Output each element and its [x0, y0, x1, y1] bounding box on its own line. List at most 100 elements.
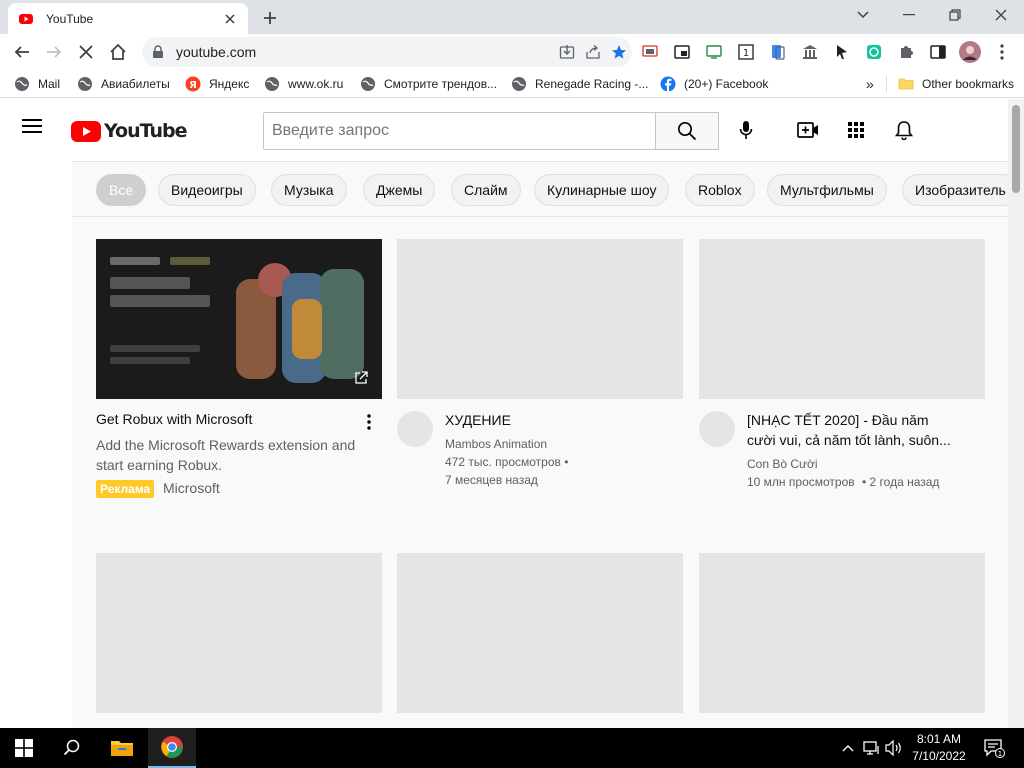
bookmarks-divider: [886, 76, 887, 92]
restore-button[interactable]: [932, 0, 978, 30]
video-title[interactable]: ХУДЕНИЕ: [445, 410, 511, 430]
notifications-center-icon[interactable]: 1: [982, 738, 1006, 758]
forward-arrow-icon[interactable]: [40, 38, 68, 66]
other-bookmarks-label: Other bookmarks: [922, 77, 1015, 91]
ad-title[interactable]: Get Robux with Microsoft: [96, 409, 252, 429]
hamburger-menu-icon[interactable]: [22, 118, 50, 142]
video-thumbnail-placeholder[interactable]: [397, 239, 683, 399]
new-tab-button[interactable]: [258, 6, 282, 30]
chip-video-games[interactable]: Видеоигры: [158, 174, 256, 206]
close-window-button[interactable]: [978, 0, 1024, 30]
bookmark-aviabilety[interactable]: Авиабилеты: [77, 74, 170, 94]
minimize-button[interactable]: [886, 0, 932, 30]
clock-time: 8:01 AM: [916, 732, 962, 746]
chip-jams[interactable]: Джемы: [363, 174, 436, 206]
profile-avatar[interactable]: [958, 40, 982, 64]
page-scrollbar[interactable]: [1008, 99, 1024, 728]
number-one-extension-icon[interactable]: 1: [734, 40, 758, 64]
side-panel-icon[interactable]: [926, 40, 950, 64]
bookmark-facebook[interactable]: (20+) Facebook: [660, 74, 768, 94]
video-thumbnail-placeholder[interactable]: [397, 553, 683, 713]
ad-advertiser[interactable]: Microsoft: [163, 480, 220, 496]
channel-avatar[interactable]: [699, 411, 735, 447]
grammar-extension-icon[interactable]: [862, 40, 886, 64]
chip-roblox[interactable]: Roblox: [685, 174, 755, 206]
url-text[interactable]: youtube.com: [176, 44, 554, 60]
address-bar[interactable]: youtube.com: [142, 37, 632, 67]
create-video-icon[interactable]: [796, 118, 820, 142]
video-title-line2[interactable]: cười vui, cả năm tốt lành, suôn...: [747, 430, 951, 450]
bookmark-star-icon[interactable]: [606, 39, 632, 65]
network-icon[interactable]: [862, 738, 882, 758]
channel-avatar[interactable]: [397, 411, 433, 447]
facebook-icon: [660, 76, 676, 92]
tablet-extension-icon[interactable]: [766, 40, 790, 64]
cursor-extension-icon[interactable]: [830, 40, 854, 64]
home-icon[interactable]: [104, 38, 132, 66]
install-app-icon[interactable]: [554, 39, 580, 65]
back-arrow-icon[interactable]: [8, 38, 36, 66]
tab-search-chevron-down-icon[interactable]: [840, 0, 886, 30]
other-bookmarks-folder[interactable]: Other bookmarks: [898, 74, 1014, 94]
volume-icon[interactable]: [884, 738, 904, 758]
bookmark-ok-ru[interactable]: www.ok.ru: [264, 74, 343, 94]
page-viewport: YouTube Все Видеоигры Музыка Джемы Слайм…: [0, 99, 1024, 728]
chip-music[interactable]: Музыка: [271, 174, 347, 206]
cast-icon[interactable]: [638, 40, 662, 64]
taskbar-search-icon[interactable]: [48, 728, 96, 768]
bookmarks-overflow-button[interactable]: »: [866, 74, 874, 94]
bookmark-label: Смотрите трендов...: [384, 77, 498, 91]
video-thumbnail-placeholder[interactable]: [96, 553, 382, 713]
bookmark-label: Авиабилеты: [101, 77, 170, 91]
apps-grid-icon[interactable]: [844, 118, 868, 142]
windows-taskbar: 8:01 AM 7/10/2022 1: [0, 728, 1024, 768]
picture-in-picture-icon[interactable]: [670, 40, 694, 64]
bookmark-trends[interactable]: Смотрите трендов...: [360, 74, 497, 94]
youtube-logo-text: YouTube: [104, 120, 187, 142]
show-hidden-icons-chevron-up-icon[interactable]: [838, 738, 858, 758]
bookmark-mail[interactable]: Mail: [14, 74, 60, 94]
browser-menu-icon[interactable]: [990, 40, 1014, 64]
bookmark-label: Mail: [38, 77, 61, 91]
share-icon[interactable]: [580, 39, 606, 65]
taskbar-clock[interactable]: 8:01 AM 7/10/2022: [905, 731, 973, 765]
notifications-bell-icon[interactable]: [892, 118, 916, 142]
file-explorer-icon[interactable]: [98, 728, 146, 768]
bookmark-renegade-racing[interactable]: Renegade Racing -...: [511, 74, 648, 94]
windows-start-icon[interactable]: [0, 728, 48, 768]
video-thumbnail-placeholder[interactable]: [699, 553, 985, 713]
chip-cartoons[interactable]: Мультфильмы: [767, 174, 887, 206]
category-chips-bar: Все Видеоигры Музыка Джемы Слайм Кулинар…: [72, 161, 1008, 217]
channel-name[interactable]: Con Bò Cười: [747, 455, 818, 473]
youtube-logo[interactable]: YouTube: [71, 119, 187, 143]
bank-extension-icon[interactable]: [798, 40, 822, 64]
extensions-puzzle-icon[interactable]: [894, 40, 918, 64]
more-options-icon[interactable]: [359, 412, 379, 432]
video-title[interactable]: [NHẠC TẾT 2020] - Đầu năm: [747, 410, 929, 430]
chip-slime[interactable]: Слайм: [451, 174, 521, 206]
close-tab-icon[interactable]: [222, 11, 238, 27]
youtube-header: YouTube: [0, 99, 1008, 161]
chip-visual-arts[interactable]: Изобразитель: [902, 174, 1008, 206]
search-button[interactable]: [655, 112, 719, 150]
bookmark-yandex[interactable]: Я Яндекс: [185, 74, 249, 94]
chip-all[interactable]: Все: [96, 174, 147, 206]
ad-thumbnail[interactable]: [96, 239, 382, 399]
globe-icon: [14, 76, 30, 92]
bookmark-label: Renegade Racing -...: [535, 77, 649, 91]
bookmark-label: (20+) Facebook: [684, 77, 769, 91]
microphone-icon[interactable]: [734, 118, 758, 142]
search-input[interactable]: [264, 113, 656, 149]
external-link-icon: [354, 371, 370, 387]
view-count: 10 млн просмотров: [747, 475, 855, 489]
video-thumbnail-placeholder[interactable]: [699, 239, 985, 399]
stop-loading-icon[interactable]: [72, 38, 100, 66]
chrome-taskbar-icon[interactable]: [148, 728, 196, 768]
channel-name[interactable]: Mambos Animation: [445, 435, 547, 453]
browser-tab-youtube[interactable]: YouTube: [8, 3, 248, 34]
bookmark-label: www.ok.ru: [288, 77, 344, 91]
chip-cooking-shows[interactable]: Кулинарные шоу: [534, 174, 670, 206]
lock-icon[interactable]: [152, 45, 166, 59]
scrollbar-thumb[interactable]: [1012, 105, 1020, 193]
screen-extension-icon[interactable]: [702, 40, 726, 64]
